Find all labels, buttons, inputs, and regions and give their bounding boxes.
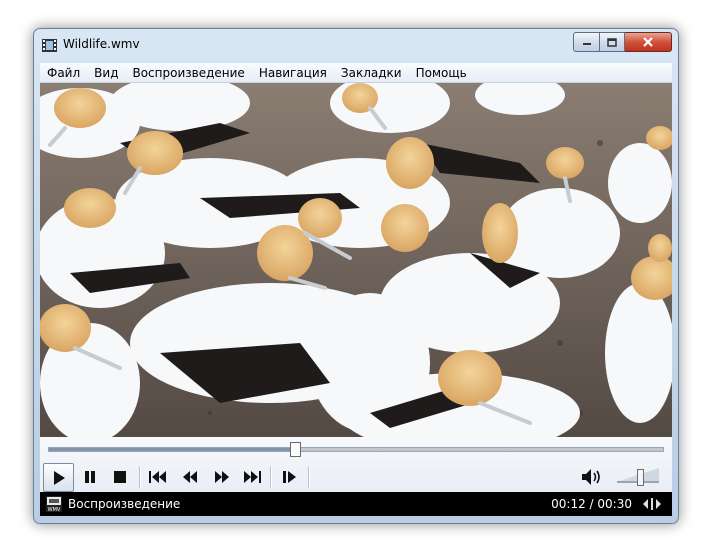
menu-bar: Файл Вид Воспроизведение Навигация Закла… bbox=[40, 63, 672, 83]
volume-icon bbox=[582, 469, 600, 485]
video-frame bbox=[40, 83, 672, 437]
menu-view[interactable]: Вид bbox=[87, 63, 125, 82]
player-window: Wildlife.wmv Файл Вид Воспроизведение На… bbox=[33, 28, 679, 524]
seek-thumb[interactable] bbox=[289, 442, 301, 457]
previous-button[interactable] bbox=[144, 464, 172, 490]
pause-icon bbox=[85, 471, 95, 483]
close-button[interactable] bbox=[625, 32, 672, 52]
menu-navigation[interactable]: Навигация bbox=[252, 63, 334, 82]
status-bar: WMV Воспроизведение 00:12 / 00:30 bbox=[40, 492, 672, 516]
fast-forward-icon bbox=[215, 471, 229, 483]
menu-bookmarks[interactable]: Закладки bbox=[334, 63, 409, 82]
minimize-icon bbox=[582, 43, 591, 45]
time-display: 00:12 / 00:30 bbox=[551, 497, 632, 511]
next-button[interactable] bbox=[238, 464, 266, 490]
video-area[interactable] bbox=[40, 83, 672, 437]
volume-thumb[interactable] bbox=[637, 469, 645, 486]
play-button[interactable] bbox=[43, 463, 74, 492]
close-icon bbox=[643, 37, 653, 47]
mute-button[interactable] bbox=[578, 464, 606, 490]
menu-file[interactable]: Файл bbox=[40, 63, 87, 82]
separator bbox=[308, 466, 310, 488]
separator bbox=[139, 466, 141, 488]
menu-playback[interactable]: Воспроизведение bbox=[125, 63, 251, 82]
seek-bar[interactable] bbox=[48, 442, 664, 457]
aspect-ratio-icon[interactable] bbox=[642, 497, 662, 511]
rewind-icon bbox=[183, 471, 197, 483]
separator bbox=[270, 466, 272, 488]
playback-controls bbox=[40, 437, 672, 492]
skip-previous-icon bbox=[149, 471, 166, 483]
maximize-button[interactable] bbox=[600, 32, 625, 52]
rewind-button[interactable] bbox=[176, 464, 204, 490]
seek-progress bbox=[49, 448, 295, 451]
menu-help[interactable]: Помощь bbox=[409, 63, 474, 82]
playback-status: Воспроизведение bbox=[68, 497, 181, 511]
title-bar[interactable]: Wildlife.wmv bbox=[34, 29, 678, 59]
skip-next-icon bbox=[244, 471, 261, 483]
play-icon bbox=[53, 470, 65, 485]
fast-forward-button[interactable] bbox=[208, 464, 236, 490]
minimize-button[interactable] bbox=[573, 32, 600, 52]
app-icon bbox=[42, 39, 57, 52]
window-title: Wildlife.wmv bbox=[63, 37, 140, 51]
maximize-icon bbox=[607, 37, 617, 47]
window-controls bbox=[573, 32, 672, 52]
pause-button[interactable] bbox=[76, 464, 104, 490]
svg-text:WMV: WMV bbox=[48, 507, 61, 512]
stop-button[interactable] bbox=[106, 464, 134, 490]
frame-step-button[interactable] bbox=[276, 464, 304, 490]
wmv-file-icon: WMV bbox=[46, 496, 62, 512]
frame-step-icon bbox=[283, 471, 296, 483]
stop-icon bbox=[114, 471, 126, 483]
